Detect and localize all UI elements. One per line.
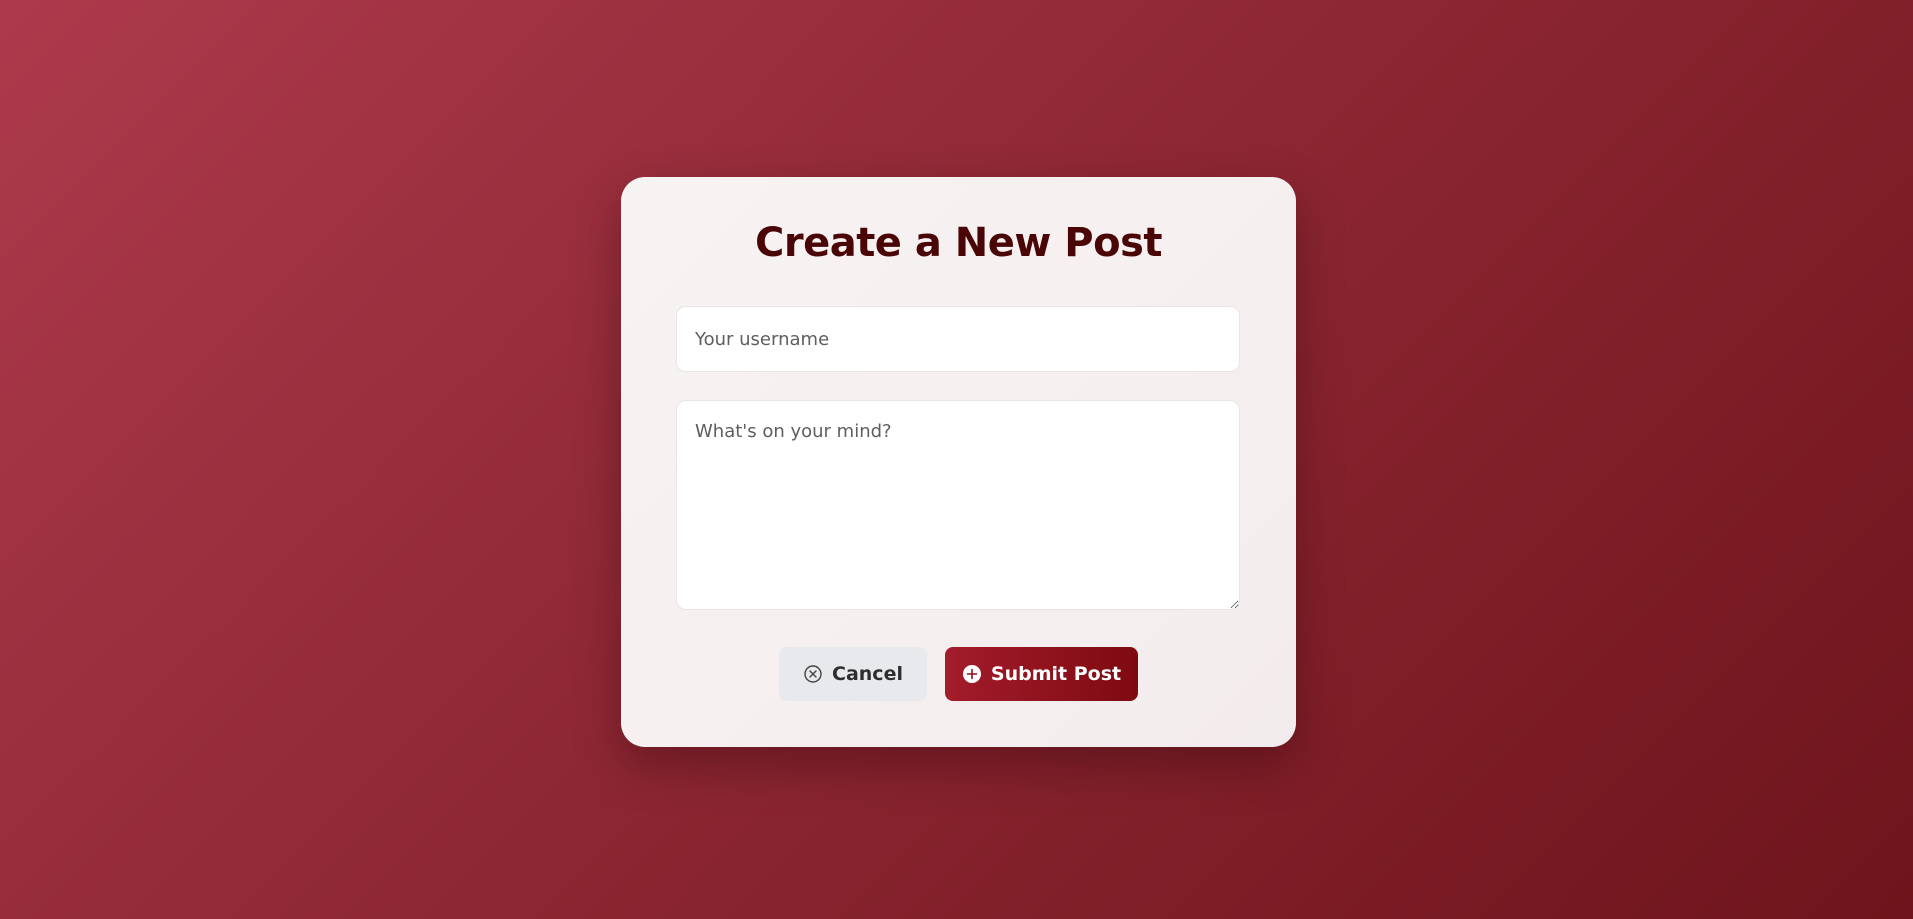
post-content-textarea[interactable]: [676, 400, 1240, 610]
form-actions: Cancel Submit Post: [621, 647, 1296, 701]
page-title: Create a New Post: [754, 220, 1163, 266]
create-post-card: Create a New Post Cancel Submi: [621, 177, 1296, 747]
cancel-button-label: Cancel: [832, 663, 903, 685]
submit-post-button[interactable]: Submit Post: [945, 647, 1138, 701]
circle-plus-icon: [962, 664, 982, 684]
circle-x-icon: [803, 664, 823, 684]
username-input[interactable]: [676, 306, 1240, 372]
submit-button-label: Submit Post: [990, 663, 1122, 685]
cancel-button[interactable]: Cancel: [779, 647, 927, 701]
